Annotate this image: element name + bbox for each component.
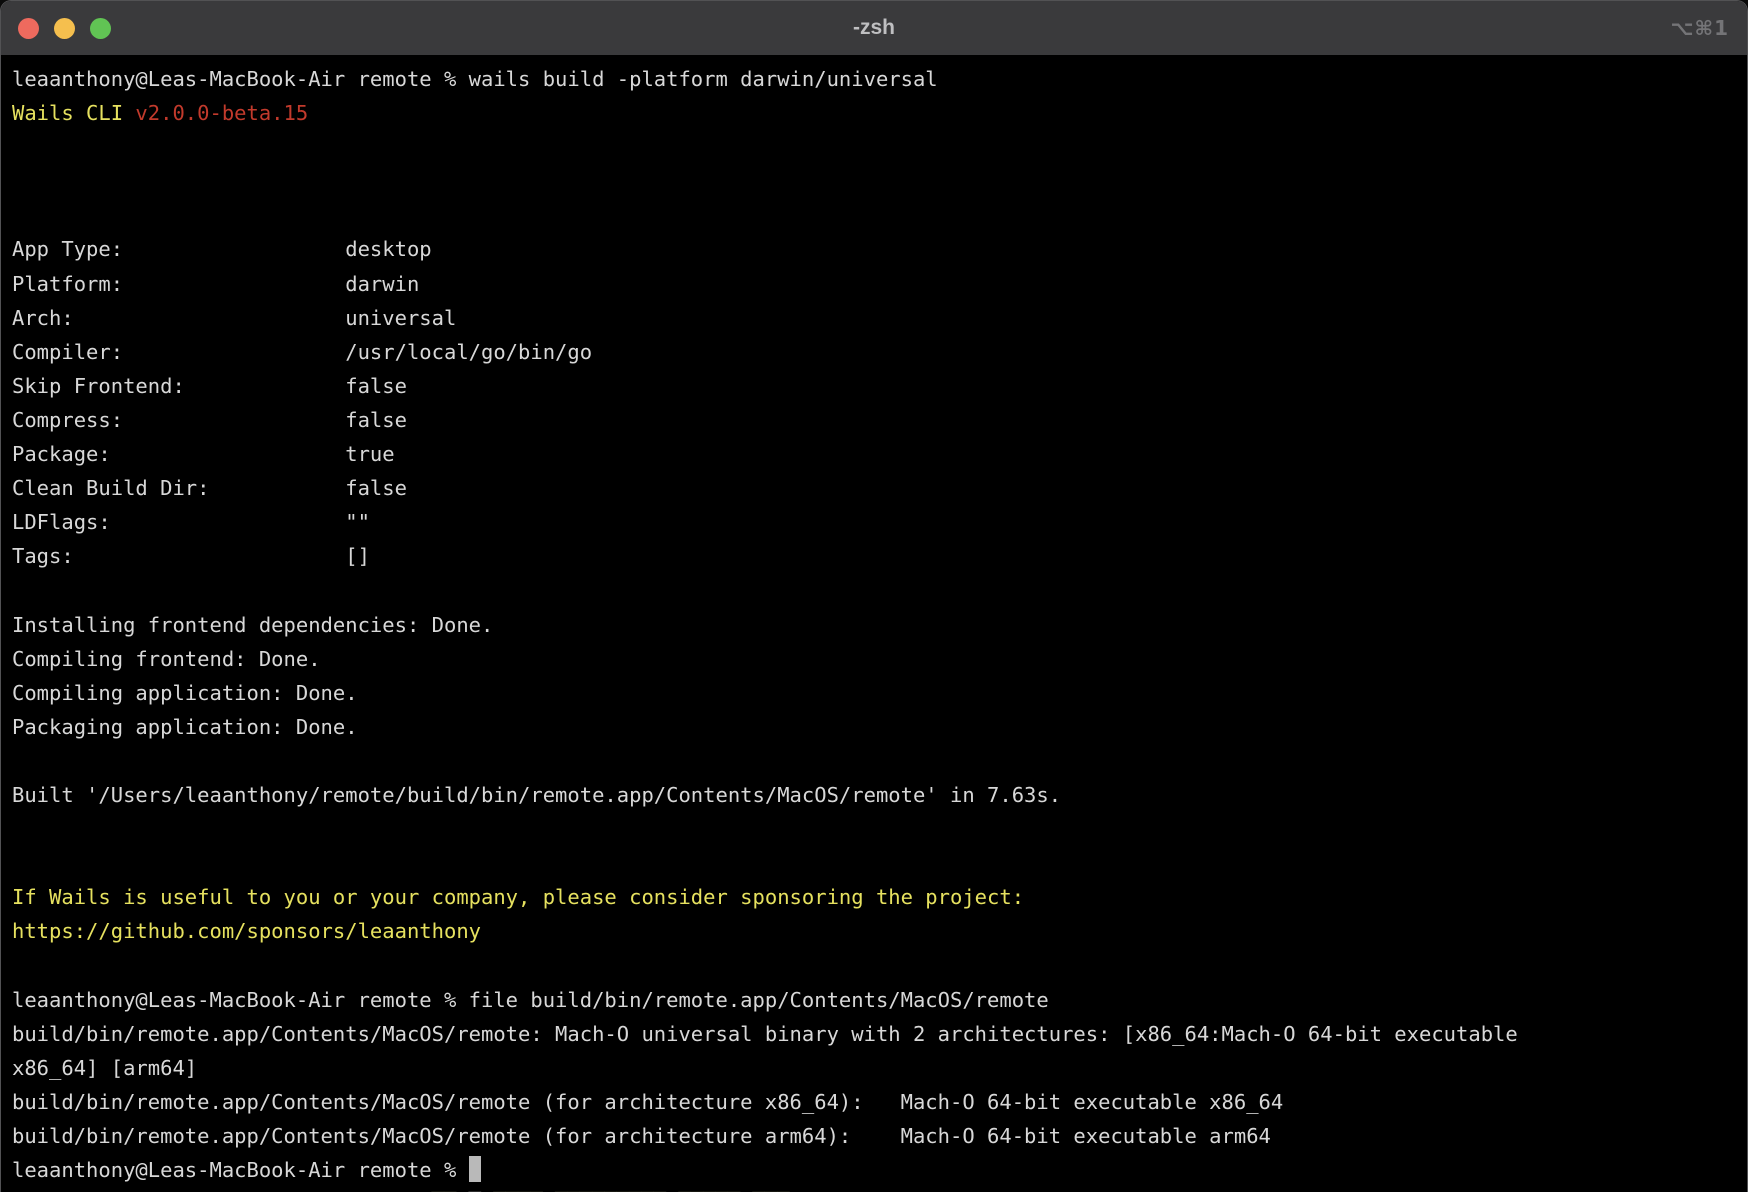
terminal-line: build/bin/remote.app/Contents/MacOS/remo… <box>12 1085 1747 1119</box>
terminal-line: Built '/Users/leaanthony/remote/build/bi… <box>12 778 1747 812</box>
terminal-line <box>12 846 1747 880</box>
terminal-cursor <box>469 1156 481 1182</box>
terminal-line <box>12 130 1747 164</box>
terminal-line: leaanthony@Leas-MacBook-Air remote % fil… <box>12 983 1747 1017</box>
terminal-text: Compiler: /usr/local/go/bin/go <box>12 340 592 364</box>
terminal-text: x86_64] [arm64] <box>12 1056 197 1080</box>
terminal-text: leaanthony@Leas-MacBook-Air remote % wai… <box>12 67 938 91</box>
zoom-button[interactable] <box>90 18 111 39</box>
terminal-line: build/bin/remote.app/Contents/MacOS/remo… <box>12 1119 1747 1153</box>
terminal-line <box>12 164 1747 198</box>
terminal-screen[interactable]: leaanthony@Leas-MacBook-Air remote % wai… <box>1 56 1747 1192</box>
terminal-line: ▀▀ ▀ ▀▀▀▀ ▀▀▀▀▀▀▀▀▀ ▀▀▀▀▀ ▀▀▀ <box>12 1187 1747 1192</box>
terminal-line: If Wails is useful to you or your compan… <box>12 880 1747 914</box>
terminal-text: leaanthony@Leas-MacBook-Air remote % <box>12 1158 469 1182</box>
terminal-text: Clean Build Dir: false <box>12 476 407 500</box>
terminal-line: App Type: desktop <box>12 232 1747 266</box>
terminal-line <box>12 948 1747 982</box>
terminal-text: Platform: darwin <box>12 272 419 296</box>
terminal-text: Compress: false <box>12 408 407 432</box>
terminal-line <box>12 198 1747 232</box>
terminal-text: Packaging application: Done. <box>12 715 358 739</box>
terminal-text: v2.0.0-beta.15 <box>135 101 308 125</box>
terminal-text: build/bin/remote.app/Contents/MacOS/remo… <box>12 1124 1271 1148</box>
terminal-line: Package: true <box>12 437 1747 471</box>
terminal-text: App Type: desktop <box>12 237 432 261</box>
terminal-line: Platform: darwin <box>12 267 1747 301</box>
terminal-line: build/bin/remote.app/Contents/MacOS/remo… <box>12 1017 1747 1051</box>
terminal-line: Arch: universal <box>12 301 1747 335</box>
minimize-button[interactable] <box>54 18 75 39</box>
close-button[interactable] <box>18 18 39 39</box>
terminal-line <box>12 744 1747 778</box>
terminal-line: LDFlags: "" <box>12 505 1747 539</box>
terminal-line: Clean Build Dir: false <box>12 471 1747 505</box>
terminal-line <box>12 573 1747 607</box>
terminal-line: Tags: [] <box>12 539 1747 573</box>
terminal-line: Skip Frontend: false <box>12 369 1747 403</box>
terminal-text: build/bin/remote.app/Contents/MacOS/remo… <box>12 1090 1283 1114</box>
terminal-text: Built '/Users/leaanthony/remote/build/bi… <box>12 783 1061 807</box>
terminal-line: leaanthony@Leas-MacBook-Air remote % wai… <box>12 62 1747 96</box>
terminal-line: Packaging application: Done. <box>12 710 1747 744</box>
terminal-text: Wails CLI <box>12 101 135 125</box>
terminal-text: Compiling application: Done. <box>12 681 358 705</box>
terminal-text: Package: true <box>12 442 395 466</box>
terminal-text: If Wails is useful to you or your compan… <box>12 885 1024 909</box>
terminal-text: https://github.com/sponsors/leaanthony <box>12 919 481 943</box>
terminal-line: Installing frontend dependencies: Done. <box>12 608 1747 642</box>
traffic-lights <box>18 1 111 55</box>
terminal-text: Compiling frontend: Done. <box>12 647 321 671</box>
terminal-line: https://github.com/sponsors/leaanthony <box>12 914 1747 948</box>
terminal-line: Compiling frontend: Done. <box>12 642 1747 676</box>
terminal-line: Wails CLI v2.0.0-beta.15 <box>12 96 1747 130</box>
terminal-text: Tags: [] <box>12 544 370 568</box>
terminal-text: Skip Frontend: false <box>12 374 407 398</box>
terminal-line: Compiler: /usr/local/go/bin/go <box>12 335 1747 369</box>
terminal-line: Compiling application: Done. <box>12 676 1747 710</box>
terminal-text: Installing frontend dependencies: Done. <box>12 613 493 637</box>
terminal-text: LDFlags: "" <box>12 510 370 534</box>
terminal-line: x86_64] [arm64] <box>12 1051 1747 1085</box>
titlebar[interactable]: -zsh ⌥⌘1 <box>1 1 1747 56</box>
terminal-line <box>12 812 1747 846</box>
terminal-line: Compress: false <box>12 403 1747 437</box>
terminal-prompt-line: leaanthony@Leas-MacBook-Air remote % <box>12 1153 1747 1187</box>
terminal-text: Arch: universal <box>12 306 456 330</box>
terminal-window: -zsh ⌥⌘1 leaanthony@Leas-MacBook-Air rem… <box>0 0 1748 1192</box>
terminal-text: build/bin/remote.app/Contents/MacOS/remo… <box>12 1022 1518 1046</box>
terminal-text: leaanthony@Leas-MacBook-Air remote % fil… <box>12 988 1049 1012</box>
tab-shortcut-badge: ⌥⌘1 <box>1670 1 1729 55</box>
window-title: -zsh <box>1 16 1747 40</box>
